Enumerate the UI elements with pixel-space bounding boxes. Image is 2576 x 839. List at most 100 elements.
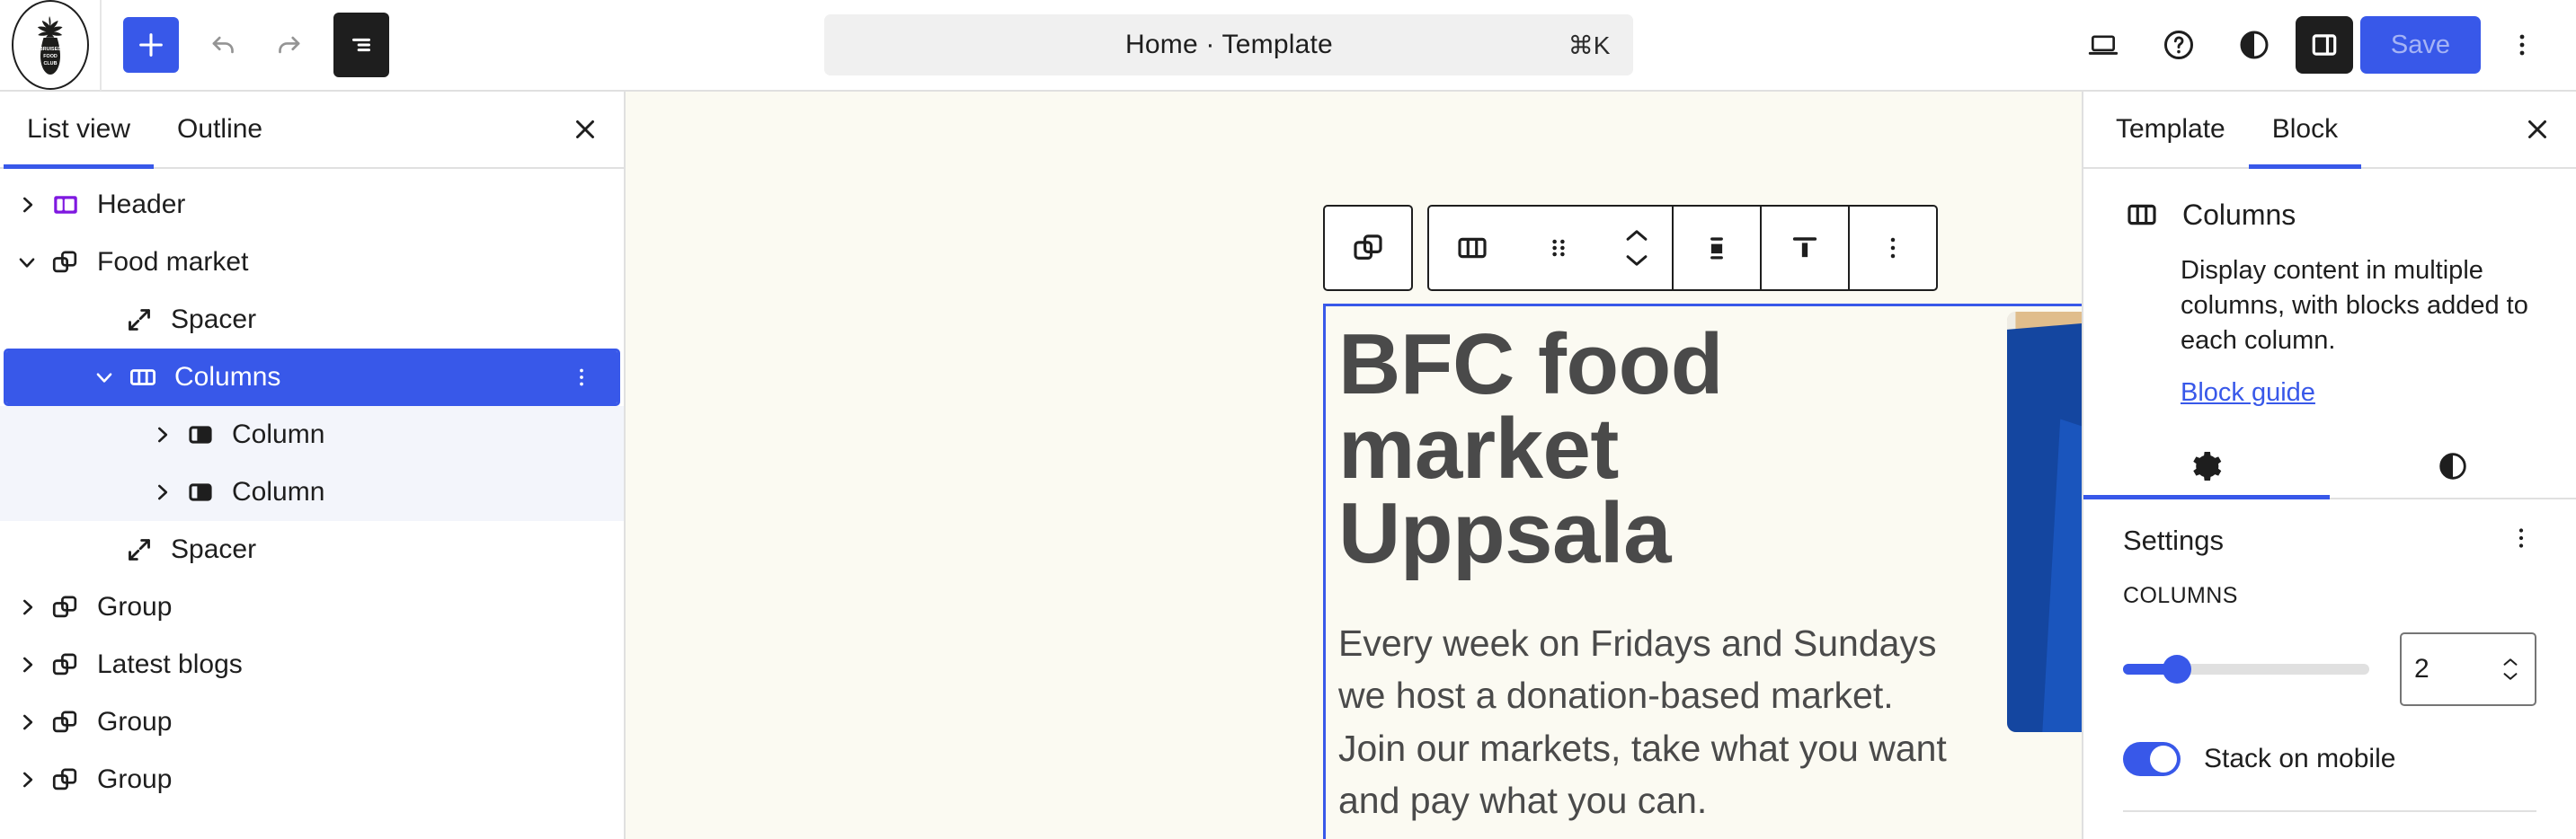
view-device-button[interactable] [2069,11,2137,79]
toggle-knob [2150,746,2177,773]
chevron-right-icon[interactable] [9,596,45,619]
drag-handle-button[interactable] [1515,207,1602,289]
block-type-columns-button[interactable] [1429,207,1515,289]
spacer-icon [129,309,150,331]
column-icon [189,426,212,444]
tab-list-view[interactable]: List view [4,92,155,169]
close-list-view-button[interactable] [546,92,624,167]
chevron-down-icon[interactable] [86,366,122,389]
top-bar-right-tools: Save [2069,11,2576,79]
paragraph-block-1[interactable]: Every week on Fridays and Sundays we hos… [1338,617,1950,826]
column-icon [180,476,221,508]
list-view-tabs: List view Outline [0,92,624,169]
move-updown-control[interactable] [1602,207,1672,289]
list-view-toggle-button[interactable] [333,13,389,77]
block-list-item-column[interactable]: Column [0,464,624,521]
pattern-icon [45,591,86,623]
stack-on-mobile-toggle[interactable] [2123,742,2181,777]
subtab-styles[interactable] [2330,435,2576,498]
close-settings-button[interactable] [2499,92,2576,167]
align-vertical-center-icon [1710,237,1723,260]
column-icon [180,419,221,451]
spacer-icon [129,539,150,561]
settings-title: Settings [2123,524,2225,556]
block-list-item-group[interactable]: Group [0,578,624,636]
block-toolbar [1323,205,1938,291]
columns-number-input[interactable]: 2 [2400,632,2536,707]
chevron-right-icon[interactable] [144,481,180,504]
column-block-left[interactable]: BFC food market Uppsala Every week on Fr… [1326,306,2007,839]
subtab-settings[interactable] [2083,435,2330,500]
more-options-button[interactable] [2488,11,2556,79]
editor-top-bar: BRUISED FOOD CLUB Home · Template ⌘K Sav… [0,0,2576,92]
block-list-item-label: Group [97,707,173,737]
redo-icon [279,36,300,54]
column-block-right[interactable]: Yatzy [2007,306,2082,839]
block-list-item-food-market[interactable]: Food market [0,234,624,291]
block-list-item-header[interactable]: Header [0,176,624,234]
add-block-button[interactable] [123,17,179,73]
editor-canvas[interactable]: BFC food market Uppsala Every week on Fr… [626,92,2082,839]
columns-slider-thumb[interactable] [2163,655,2192,684]
chevron-right-icon[interactable] [144,423,180,446]
chevron-right-icon[interactable] [9,711,45,734]
tab-block[interactable]: Block [2248,92,2362,169]
more-vertical-icon [2518,528,2524,549]
chevron-right-icon[interactable] [9,768,45,791]
undo-button[interactable] [191,13,256,77]
chevron-right-icon[interactable] [9,653,45,676]
columns-control-row: 2 [2123,632,2536,707]
block-card: Columns Display content in multiple colu… [2083,169,2576,408]
columns-icon [1458,237,1487,259]
columns-field-label: COLUMNS [2123,583,2238,609]
block-list-item-latest-blogs[interactable]: Latest blogs [0,636,624,693]
site-logo: BRUISED FOOD CLUB [11,0,89,90]
block-list-item-group[interactable]: Group [0,693,624,751]
market-photo-image: Yatzy [2007,312,2082,732]
columns-stepper[interactable] [2500,656,2520,683]
block-list-item-group[interactable]: Group [0,751,624,808]
pattern-icon [45,649,86,681]
block-list-item-spacer[interactable]: Spacer [0,291,624,349]
styles-button[interactable] [2220,11,2288,79]
command-bar-shortcut: ⌘K [1568,31,1611,59]
block-list-item-options-button[interactable] [568,364,595,391]
list-view-icon [352,38,370,52]
block-list-item-spacer[interactable]: Spacer [0,521,624,578]
help-button[interactable] [2145,11,2213,79]
block-list-item-column[interactable]: Column [0,406,624,464]
pattern-icon [45,706,86,738]
chevron-down-icon [19,258,35,268]
select-parent-pattern-button[interactable] [1325,207,1411,289]
command-bar-button[interactable]: Home · Template ⌘K [824,14,1634,75]
block-toolbar-parent-group [1323,205,1413,291]
align-vertical-top-button[interactable] [1762,207,1848,289]
columns-block[interactable]: BFC food market Uppsala Every week on Fr… [1323,304,2082,839]
align-vertical-center-button[interactable] [1674,207,1760,289]
site-logo-button[interactable]: BRUISED FOOD CLUB [0,0,102,91]
tab-list-view-label: List view [27,114,131,144]
market-photo[interactable]: Yatzy [2007,312,2082,732]
svg-text:FOOD: FOOD [43,54,58,59]
chevron-right-icon[interactable] [9,193,45,216]
settings-sidebar-toggle-button[interactable] [2295,16,2353,74]
block-toolbar-main-group [1427,205,1938,291]
tab-outline[interactable]: Outline [154,92,286,167]
block-more-options-button[interactable] [1850,207,1936,289]
chevron-up-icon [2503,658,2518,667]
block-list-item-columns[interactable]: Columns [4,349,620,406]
settings-divider [2123,810,2536,813]
chevron-down-icon[interactable] [9,251,45,274]
tab-outline-label: Outline [177,114,263,144]
block-list-item-label: Column [232,420,325,449]
settings-options-button[interactable] [2506,523,2536,558]
tab-template[interactable]: Template [2092,92,2249,167]
columns-slider[interactable] [2123,655,2369,684]
svg-text:BRUISED: BRUISED [39,47,60,52]
redo-button[interactable] [256,13,321,77]
save-button[interactable]: Save [2359,16,2481,74]
heading-block[interactable]: BFC food market Uppsala [1338,321,1950,576]
list-view-sidebar: List view Outline Header Food market Space… [0,92,626,839]
block-list-item-label: Columns [174,362,281,392]
block-guide-link[interactable]: Block guide [2123,378,2536,408]
